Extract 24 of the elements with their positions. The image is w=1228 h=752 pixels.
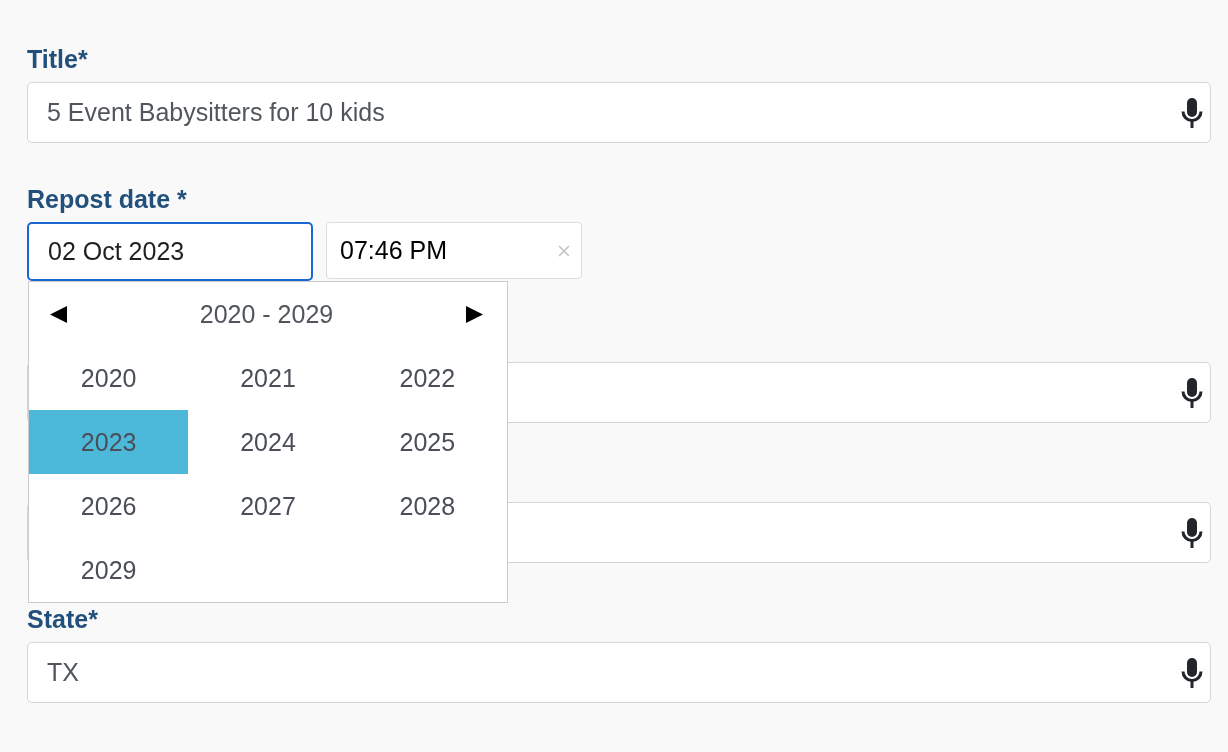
text-field[interactable]: TX <box>27 642 1211 703</box>
right-triangle-icon[interactable] <box>466 305 483 323</box>
field-label: Repost date * <box>27 185 187 213</box>
time-field[interactable]: 07:46 PM <box>326 222 582 279</box>
field-label: State* <box>27 605 98 633</box>
date-field[interactable]: 02 Oct 2023 <box>27 222 313 281</box>
year-cell[interactable]: 2022 <box>347 346 507 410</box>
year-cell[interactable]: 2021 <box>188 346 348 410</box>
year-cell[interactable]: 2027 <box>188 474 348 538</box>
text-field[interactable]: 5 Event Babysitters for 10 kids <box>27 82 1211 143</box>
year-cell[interactable]: 2020 <box>29 346 189 410</box>
field-label: Title* <box>27 45 88 73</box>
year-cell[interactable]: 2023 <box>29 410 189 474</box>
left-triangle-icon[interactable] <box>50 305 67 323</box>
microphone-icon[interactable] <box>1181 377 1203 408</box>
year-cell[interactable]: 2025 <box>347 410 507 474</box>
decade-range: 2020 - 2029 <box>199 299 334 329</box>
year-cell[interactable]: 2029 <box>29 538 189 602</box>
year-cell[interactable]: 2026 <box>29 474 189 538</box>
year-cell[interactable]: 2028 <box>347 474 507 538</box>
microphone-icon[interactable] <box>1181 517 1203 548</box>
microphone-icon[interactable] <box>1181 657 1203 688</box>
year-cell[interactable]: 2024 <box>188 410 348 474</box>
microphone-icon[interactable] <box>1181 97 1203 128</box>
